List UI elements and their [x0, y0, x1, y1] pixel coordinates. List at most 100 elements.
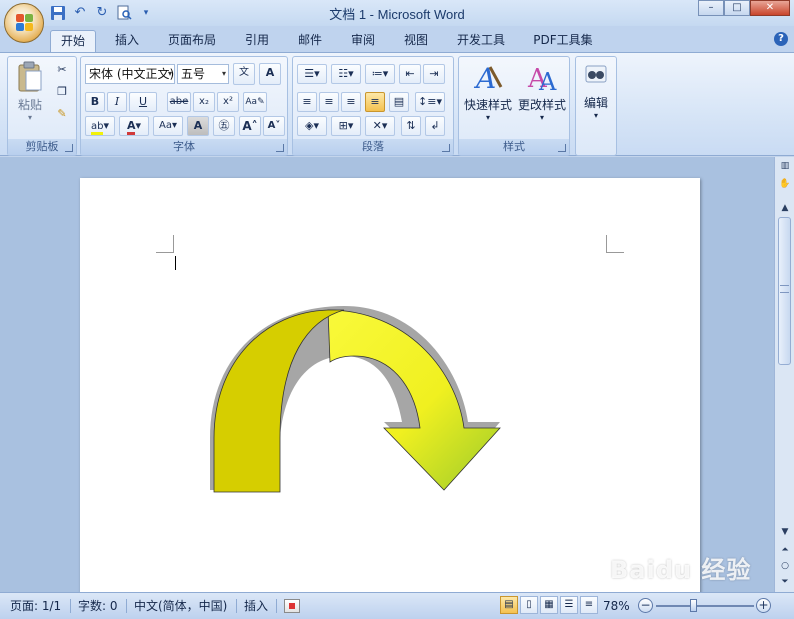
zoom-slider[interactable] [656, 605, 754, 607]
tab-mailings[interactable]: 邮件 [287, 30, 333, 52]
grow-font-icon[interactable]: A˄ [239, 116, 261, 136]
next-page-icon[interactable]: ⏷ [777, 575, 793, 589]
cut-icon[interactable]: ✂ [52, 61, 72, 81]
tab-insert[interactable]: 插入 [104, 30, 150, 52]
tab-developer[interactable]: 开发工具 [448, 30, 514, 52]
zoom-slider-knob[interactable] [690, 599, 697, 612]
group-paragraph: ☰▾ ☷▾ ≔▾ ⇤ ⇥ ≡ ≡ ≡ ≡ ▤ ↕≡▾ ◈▾ ⊞▾ ✕▾ ⇅ ↲ … [292, 56, 454, 156]
help-icon[interactable]: ? [774, 32, 788, 46]
group-label: 样式 [459, 139, 569, 155]
format-painter-icon[interactable]: ✎ [52, 105, 72, 125]
scroll-up-icon[interactable]: ▲ [777, 201, 793, 215]
tab-pdf-tools[interactable]: PDF工具集 [524, 30, 602, 52]
page-indicator[interactable]: 页面: 1/1 [10, 597, 61, 615]
tab-review[interactable]: 审阅 [340, 30, 386, 52]
quick-styles-icon: A [473, 62, 503, 95]
web-layout-icon[interactable]: ▦ [540, 596, 558, 614]
tab-page-layout[interactable]: 页面布局 [160, 30, 224, 52]
chinese-layout-icon[interactable]: ✕▾ [365, 116, 395, 136]
shading-icon[interactable]: ◈▾ [297, 116, 327, 136]
tab-references[interactable]: 引用 [234, 30, 280, 52]
font-color-icon: A [126, 119, 136, 135]
superscript-button[interactable]: x² [217, 92, 239, 112]
draft-icon[interactable]: ≡ [580, 596, 598, 614]
distributed-icon[interactable]: ▤ [389, 92, 409, 112]
highlight-color-button[interactable]: ab▾ [85, 116, 115, 136]
language-indicator[interactable]: 中文(简体，中国) [134, 597, 227, 615]
bold-button[interactable]: B [85, 92, 105, 112]
document-area [0, 157, 774, 598]
zoom-out-icon[interactable]: − [638, 598, 653, 613]
word-count[interactable]: 字数: 0 [78, 597, 118, 615]
show-marks-icon[interactable]: ↲ [425, 116, 445, 136]
change-styles-button[interactable]: A A 更改样式 ▾ [515, 61, 569, 122]
dialog-launcher-icon[interactable] [442, 144, 450, 152]
tab-home[interactable]: 开始 [50, 30, 96, 52]
change-case-button[interactable]: Aa▾ [153, 116, 183, 136]
tab-view[interactable]: 视图 [393, 30, 439, 52]
print-layout-icon[interactable]: ▤ [500, 596, 518, 614]
enclose-char-icon[interactable]: ㊄ [213, 116, 235, 136]
numbering-icon[interactable]: ☷▾ [331, 64, 361, 84]
editing-button[interactable]: 编辑 ▾ [578, 63, 614, 120]
copy-icon[interactable]: ❐ [52, 83, 72, 103]
underline-button[interactable]: U [129, 92, 157, 112]
phonetic-guide-icon[interactable]: 文 [233, 63, 255, 85]
align-center-icon[interactable]: ≡ [319, 92, 339, 112]
text-cursor [175, 256, 176, 270]
line-spacing-icon[interactable]: ↕≡▾ [415, 92, 445, 112]
dialog-launcher-icon[interactable] [558, 144, 566, 152]
font-name-select[interactable]: 宋体 (中文正文) ▾ [85, 64, 175, 84]
dialog-launcher-icon[interactable] [276, 144, 284, 152]
insert-mode[interactable]: 插入 [244, 597, 268, 615]
shrink-font-icon[interactable]: A˅ [263, 116, 285, 136]
char-shading-icon[interactable]: A [187, 116, 209, 136]
chevron-down-icon: ▾ [221, 69, 226, 78]
status-separator [236, 599, 237, 613]
previous-page-icon[interactable]: ⏶ [777, 543, 793, 557]
align-right-icon[interactable]: ≡ [341, 92, 361, 112]
minimize-button[interactable]: – [698, 0, 724, 16]
decrease-indent-icon[interactable]: ⇤ [399, 64, 421, 84]
align-left-icon[interactable]: ≡ [297, 92, 317, 112]
office-logo-icon [16, 14, 34, 32]
macro-record-icon[interactable] [284, 599, 300, 613]
italic-button[interactable]: I [107, 92, 127, 112]
zoom-level[interactable]: 78% [603, 597, 630, 615]
outline-icon[interactable]: ☰ [560, 596, 578, 614]
scroll-down-icon[interactable]: ▼ [777, 525, 793, 539]
multilevel-list-icon[interactable]: ≔▾ [365, 64, 395, 84]
font-color-button[interactable]: A▾ [119, 116, 149, 136]
full-screen-reading-icon[interactable]: ▯ [520, 596, 538, 614]
document-page[interactable] [80, 178, 700, 598]
baidu-watermark: Baidu 经验 [610, 556, 752, 584]
increase-indent-icon[interactable]: ⇥ [423, 64, 445, 84]
ruler-toggle-icon[interactable]: ▥ [777, 159, 793, 173]
status-separator [276, 599, 277, 613]
strikethrough-button[interactable]: abe [167, 92, 191, 112]
dialog-launcher-icon[interactable] [65, 144, 73, 152]
subscript-button[interactable]: x₂ [193, 92, 215, 112]
group-font: 宋体 (中文正文) ▾ 五号 ▾ 文 A B I U abe x₂ x² Aa✎… [80, 56, 288, 156]
chevron-down-icon: ▾ [593, 111, 598, 120]
close-button[interactable]: ✕ [750, 0, 790, 16]
browse-object-icon[interactable]: ○ [777, 559, 793, 573]
curved-arrow-shape[interactable] [204, 298, 554, 498]
clear-formatting-icon[interactable]: Aa✎ [243, 92, 267, 112]
justify-icon[interactable]: ≡ [365, 92, 385, 112]
font-size-select[interactable]: 五号 ▾ [177, 64, 229, 84]
maximize-button[interactable]: □ [724, 0, 750, 16]
ribbon-tabs: 开始 插入 页面布局 引用 邮件 审阅 视图 开发工具 PDF工具集 ? [0, 26, 794, 52]
group-label: 字体 [81, 139, 287, 155]
zoom-in-icon[interactable]: + [756, 598, 771, 613]
group-styles: A 快速样式 ▾ A A 更改样式 ▾ 样式 [458, 56, 570, 156]
office-button[interactable] [4, 3, 44, 43]
bullets-icon[interactable]: ☰▾ [297, 64, 327, 84]
paste-button[interactable]: 粘贴 ▾ [12, 61, 48, 122]
quick-styles-button[interactable]: A 快速样式 ▾ [462, 61, 514, 122]
char-border-icon[interactable]: A [259, 63, 281, 85]
vertical-scrollbar[interactable]: ▥ ✋ ▲ ▼ ⏶ ○ ⏷ [774, 157, 794, 592]
hand-icon[interactable]: ✋ [777, 177, 793, 191]
sort-icon[interactable]: ⇅ [401, 116, 421, 136]
borders-icon[interactable]: ⊞▾ [331, 116, 361, 136]
